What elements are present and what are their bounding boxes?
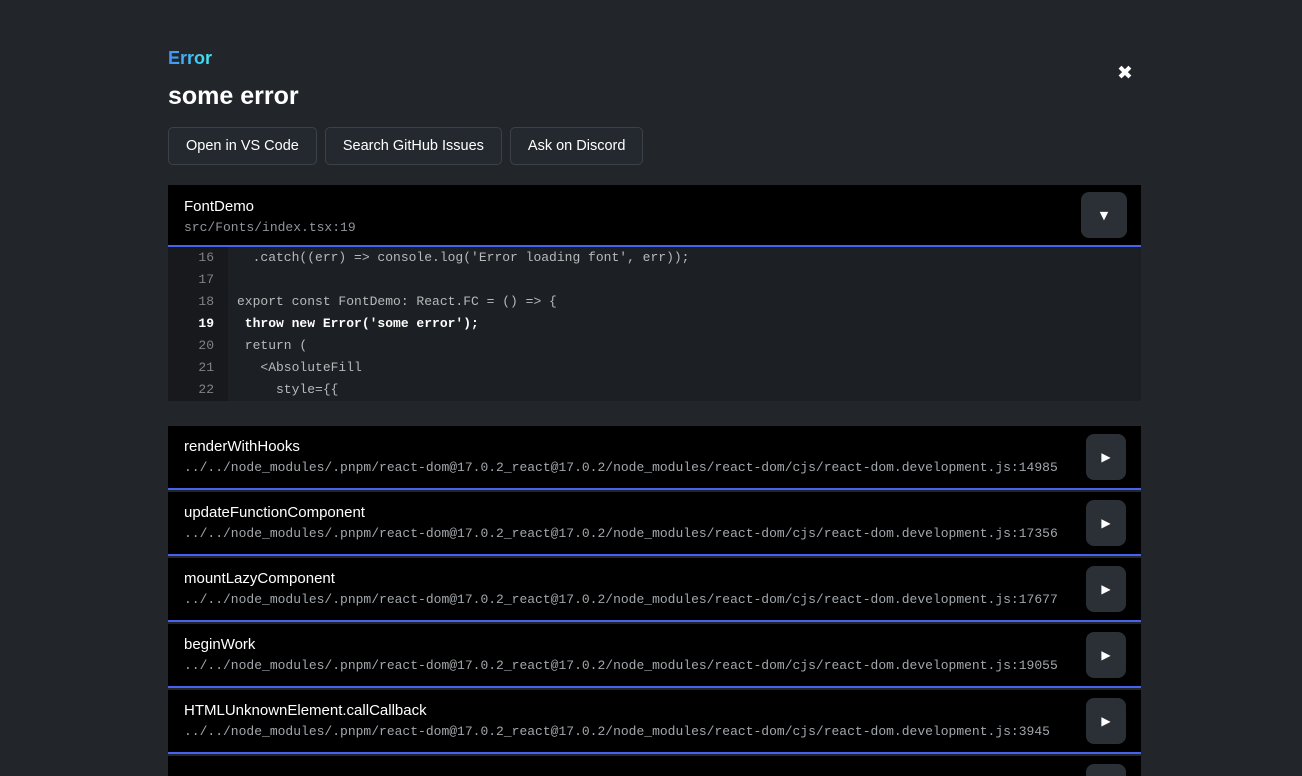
line-number: 18: [168, 291, 228, 313]
stack-frame-path: ../../node_modules/.pnpm/react-dom@17.0.…: [184, 526, 1125, 541]
open-in-vscode-button[interactable]: Open in VS Code: [168, 127, 317, 165]
line-number: 22: [168, 379, 228, 401]
stack-frame-beginwork: beginWork ../../node_modules/.pnpm/react…: [168, 624, 1141, 688]
stack-frame-path: ../../node_modules/.pnpm/react-dom@17.0.…: [184, 658, 1125, 673]
expand-frame-button[interactable]: ▶: [1086, 632, 1126, 678]
line-number: 16: [168, 247, 228, 269]
code-frame-panel: FontDemo src/Fonts/index.tsx:19 ▼ 16 .ca…: [168, 185, 1141, 401]
stack-frame-title: beginWork: [184, 636, 1125, 653]
code-text: throw new Error('some error');: [228, 313, 479, 335]
line-number: 19: [168, 313, 228, 335]
code-text: [228, 269, 237, 291]
chevron-down-icon: ▼: [1100, 210, 1108, 221]
code-line: 20 return (: [168, 335, 1141, 357]
code-text: return (: [228, 335, 307, 357]
stack-frame-path: ../../node_modules/.pnpm/react-dom@17.0.…: [184, 460, 1125, 475]
ask-on-discord-button[interactable]: Ask on Discord: [510, 127, 644, 165]
stack-frame-partial: ▶: [168, 756, 1141, 776]
error-overlay: Error some error Open in VS Code Search …: [168, 0, 1141, 776]
error-message-title: some error: [168, 82, 1141, 111]
code-text: style={{: [228, 379, 338, 401]
code-line: 21 <AbsoluteFill: [168, 357, 1141, 379]
line-number: 20: [168, 335, 228, 357]
code-text: .catch((err) => console.log('Error loadi…: [228, 247, 689, 269]
stack-frame-title: HTMLUnknownElement.callCallback: [184, 702, 1125, 719]
expand-frame-button[interactable]: ▶: [1086, 764, 1126, 776]
play-icon: ▶: [1101, 583, 1110, 595]
code-line: 18 export const FontDemo: React.FC = () …: [168, 291, 1141, 313]
expand-frame-button[interactable]: ▶: [1086, 434, 1126, 480]
expand-frame-button[interactable]: ▶: [1086, 566, 1126, 612]
play-icon: ▶: [1101, 517, 1110, 529]
line-number: 21: [168, 357, 228, 379]
code-frame-title: FontDemo: [184, 198, 1125, 215]
stack-frame-title: updateFunctionComponent: [184, 504, 1125, 521]
code-line: 22 style={{: [168, 379, 1141, 401]
expand-frame-button[interactable]: ▶: [1086, 500, 1126, 546]
code-frame-location: src/Fonts/index.tsx:19: [184, 220, 1125, 235]
play-icon: ▶: [1101, 451, 1110, 463]
code-text: export const FontDemo: React.FC = () => …: [228, 291, 557, 313]
stack-frame-updatefunctioncomponent: updateFunctionComponent ../../node_modul…: [168, 492, 1141, 556]
code-frame-header: FontDemo src/Fonts/index.tsx:19 ▼: [168, 185, 1141, 247]
stack-frame-callcallback: HTMLUnknownElement.callCallback ../../no…: [168, 690, 1141, 754]
stack-frame-path: ../../node_modules/.pnpm/react-dom@17.0.…: [184, 592, 1125, 607]
action-buttons-row: Open in VS Code Search GitHub Issues Ask…: [168, 127, 1141, 165]
code-line: 16 .catch((err) => console.log('Error lo…: [168, 247, 1141, 269]
collapse-code-button[interactable]: ▼: [1081, 192, 1127, 238]
stack-trace-list: renderWithHooks ../../node_modules/.pnpm…: [168, 426, 1141, 776]
stack-frame-title: renderWithHooks: [184, 438, 1125, 455]
expand-frame-button[interactable]: ▶: [1086, 698, 1126, 744]
line-number: 17: [168, 269, 228, 291]
search-github-issues-button[interactable]: Search GitHub Issues: [325, 127, 502, 165]
error-type-label: Error: [168, 48, 212, 69]
code-text: <AbsoluteFill: [228, 357, 362, 379]
code-line: 17: [168, 269, 1141, 291]
code-block: 16 .catch((err) => console.log('Error lo…: [168, 247, 1141, 401]
stack-frame-mountlazycomponent: mountLazyComponent ../../node_modules/.p…: [168, 558, 1141, 622]
play-icon: ▶: [1101, 649, 1110, 661]
stack-frame-renderwithhooks: renderWithHooks ../../node_modules/.pnpm…: [168, 426, 1141, 490]
stack-frame-path: ../../node_modules/.pnpm/react-dom@17.0.…: [184, 724, 1125, 739]
code-line-highlighted: 19 throw new Error('some error');: [168, 313, 1141, 335]
play-icon: ▶: [1101, 715, 1110, 727]
stack-frame-title: mountLazyComponent: [184, 570, 1125, 587]
